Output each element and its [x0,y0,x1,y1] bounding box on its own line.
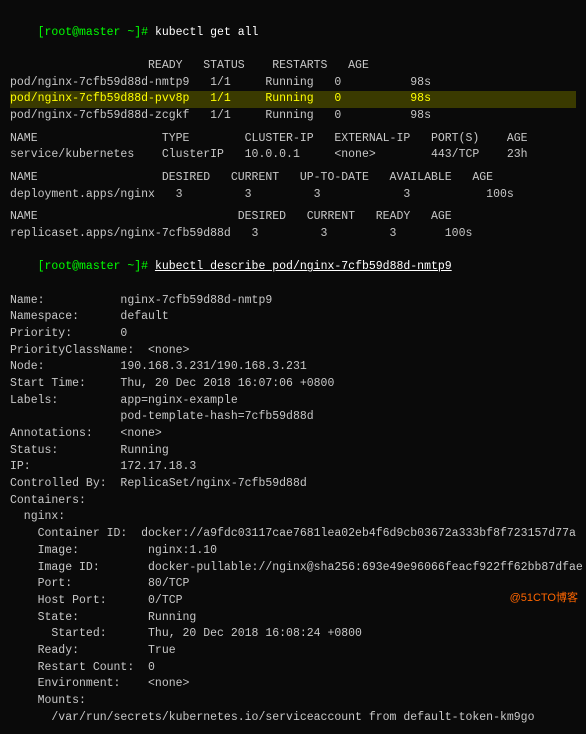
describe-priorityclassname: PriorityClassName: <none> [10,343,576,360]
describe-mounts-path: /var/run/secrets/kubernetes.io/serviceac… [10,710,576,727]
describe-ready: Ready: True [10,643,576,660]
describe-image: Image: nginx:1.10 [10,543,576,560]
describe-started: Started: Thu, 20 Dec 2018 16:08:24 +0800 [10,626,576,643]
describe-labels: Labels: app=nginx-example [10,393,576,410]
rs-header: NAME DESIRED CURRENT READY AGE [10,209,576,226]
describe-labels2: pod-template-hash=7cfb59d88d [10,409,576,426]
cmd-line-1: [root@master ~]# kubectl get all [10,8,576,58]
cmd-line-2: [root@master ~]# kubectl describe pod/ng… [10,243,576,293]
pod-row-3: pod/nginx-7cfb59d88d-zcgkf 1/1 Running 0… [10,108,576,125]
describe-nginx-label: nginx: [10,509,576,526]
pod-row-2: pod/nginx-7cfb59d88d-pvv8p 1/1 Running 0… [10,91,576,108]
describe-port: Port: 80/TCP [10,576,576,593]
describe-hostport: Host Port: 0/TCP [10,593,576,610]
prompt-1: [root@master ~]# [38,26,155,39]
describe-controlledby: Controlled By: ReplicaSet/nginx-7cfb59d8… [10,476,576,493]
describe-namespace: Namespace: default [10,309,576,326]
describe-containers: Containers: [10,493,576,510]
describe-status: Status: Running [10,443,576,460]
describe-name: Name: nginx-7cfb59d88d-nmtp9 [10,293,576,310]
describe-starttime: Start Time: Thu, 20 Dec 2018 16:07:06 +0… [10,376,576,393]
describe-mounts: Mounts: [10,693,576,710]
prompt-2: [root@master ~]# [38,260,155,273]
describe-priority: Priority: 0 [10,326,576,343]
describe-node: Node: 190.168.3.231/190.168.3.231 [10,359,576,376]
svc-header: NAME TYPE CLUSTER-IP EXTERNAL-IP PORT(S)… [10,131,576,148]
describe-state: State: Running [10,610,576,627]
deploy-header: NAME DESIRED CURRENT UP-TO-DATE AVAILABL… [10,170,576,187]
terminal-window: [root@master ~]# kubectl get all READY S… [10,8,576,726]
describe-containerid: Container ID: docker://a9fdc03117cae7681… [10,526,576,543]
deploy-row-1: deployment.apps/nginx 3 3 3 3 100s [10,187,576,204]
rs-row-1: replicaset.apps/nginx-7cfb59d88d 3 3 3 1… [10,226,576,243]
describe-restartcount: Restart Count: 0 [10,660,576,677]
describe-imageid: Image ID: docker-pullable://nginx@sha256… [10,560,576,577]
cmd-text-1: kubectl get all [155,26,259,39]
cmd-text-2: kubectl describe pod/nginx-7cfb59d88d-nm… [155,260,452,273]
describe-ip: IP: 172.17.18.3 [10,459,576,476]
describe-environment: Environment: <none> [10,676,576,693]
svc-row-1: service/kubernetes ClusterIP 10.0.0.1 <n… [10,147,576,164]
describe-annotations: Annotations: <none> [10,426,576,443]
pod-header: READY STATUS RESTARTS AGE [10,58,576,75]
watermark: @51CTO博客 [510,591,578,607]
pod-row-1: pod/nginx-7cfb59d88d-nmtp9 1/1 Running 0… [10,75,576,92]
